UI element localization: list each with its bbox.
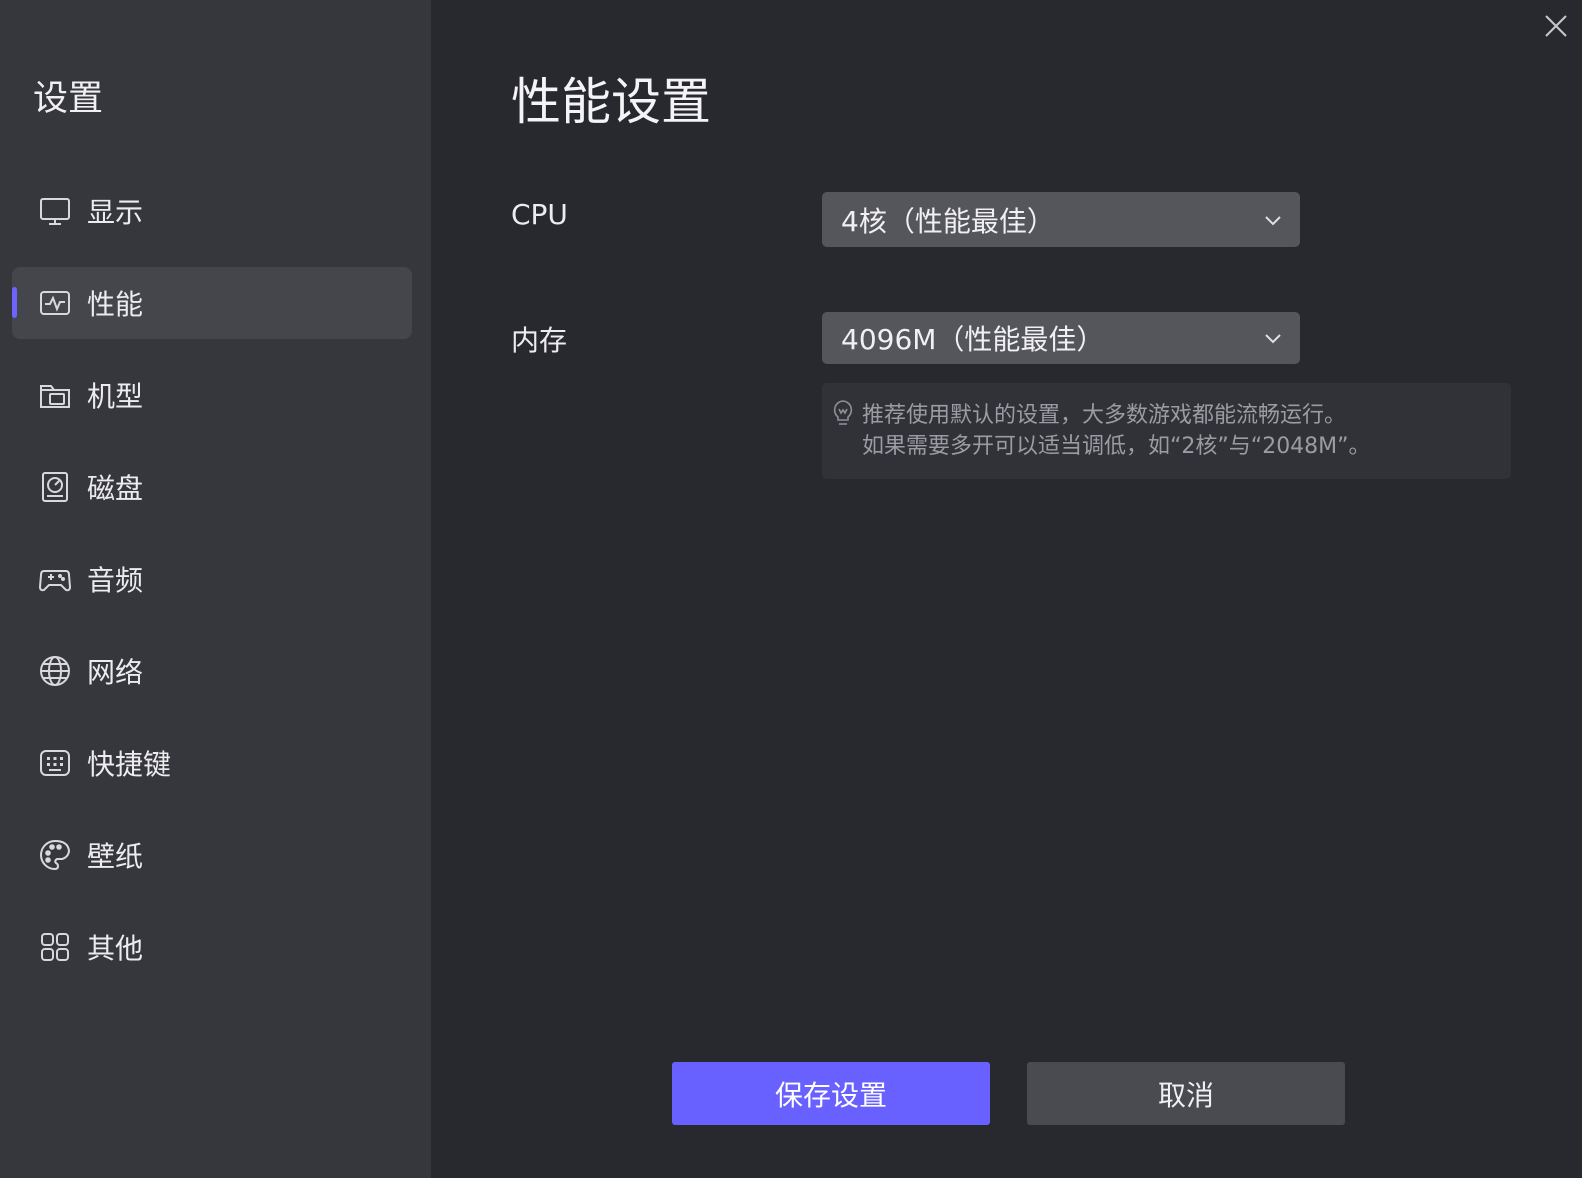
cpu-select[interactable]: 4核（性能最佳） <box>822 192 1300 247</box>
sidebar-item-shortcuts[interactable]: 快捷键 <box>12 727 412 799</box>
sidebar-item-label: 网络 <box>87 656 144 689</box>
sidebar-item-disk[interactable]: 磁盘 <box>12 451 412 523</box>
chevron-down-icon <box>1265 216 1281 226</box>
palette-icon <box>37 837 73 873</box>
close-icon <box>1545 15 1567 37</box>
sidebar-item-label: 机型 <box>87 380 144 413</box>
sidebar-item-audio[interactable]: 音频 <box>12 543 412 615</box>
tip-line-2: 如果需要多开可以适当调低，如“2核”与“2048M”。 <box>862 434 1371 459</box>
tip-line-1: 推荐使用默认的设置，大多数游戏都能流畅运行。 <box>862 403 1347 428</box>
sidebar-item-label: 其他 <box>87 932 144 965</box>
page-title: 性能设置 <box>511 73 711 131</box>
cpu-select-value: 4核（性能最佳） <box>841 204 1055 238</box>
gamepad-icon <box>37 561 73 597</box>
monitor-icon <box>37 193 73 229</box>
grid-icon <box>37 929 73 965</box>
pulse-icon <box>37 285 73 321</box>
sidebar-title: 设置 <box>33 79 104 119</box>
memory-label: 内存 <box>511 324 568 357</box>
tip-text: 推荐使用默认的设置，大多数游戏都能流畅运行。 如果需要多开可以适当调低，如“2核… <box>862 400 1371 462</box>
cpu-label: CPU <box>511 198 568 231</box>
chevron-down-icon <box>1265 334 1281 344</box>
sidebar-item-label: 磁盘 <box>87 472 144 505</box>
settings-window: 设置 显示 性能 机型 磁盘 音频 网络 快捷键 壁纸 其他 性能设置 CPU … <box>0 0 1582 1178</box>
sidebar-item-label: 快捷键 <box>87 748 172 781</box>
disk-icon <box>37 469 73 505</box>
keyboard-icon <box>37 745 73 781</box>
sidebar-item-other[interactable]: 其他 <box>12 911 412 983</box>
cancel-button[interactable]: 取消 <box>1027 1062 1345 1125</box>
sidebar-nav: 显示 性能 机型 磁盘 音频 网络 快捷键 壁纸 其他 <box>12 175 412 1003</box>
memory-select-value: 4096M（性能最佳） <box>841 323 1105 356</box>
close-button[interactable] <box>1540 10 1572 42</box>
sidebar-item-wallpaper[interactable]: 壁纸 <box>12 819 412 891</box>
lightbulb-icon <box>833 400 853 425</box>
sidebar-item-network[interactable]: 网络 <box>12 635 412 707</box>
sidebar-item-label: 显示 <box>87 196 144 229</box>
sidebar-item-model[interactable]: 机型 <box>12 359 412 431</box>
sidebar-item-performance[interactable]: 性能 <box>12 267 412 339</box>
sidebar-item-label: 性能 <box>87 288 144 321</box>
globe-icon <box>37 653 73 689</box>
sidebar-item-label: 音频 <box>87 564 144 597</box>
sidebar: 设置 显示 性能 机型 磁盘 音频 网络 快捷键 壁纸 其他 <box>0 0 431 1178</box>
memory-select[interactable]: 4096M（性能最佳） <box>822 312 1300 364</box>
tip-box: 推荐使用默认的设置，大多数游戏都能流畅运行。 如果需要多开可以适当调低，如“2核… <box>822 383 1511 479</box>
save-button[interactable]: 保存设置 <box>672 1062 990 1125</box>
folder-icon <box>37 377 73 413</box>
sidebar-item-display[interactable]: 显示 <box>12 175 412 247</box>
sidebar-item-label: 壁纸 <box>87 840 144 873</box>
